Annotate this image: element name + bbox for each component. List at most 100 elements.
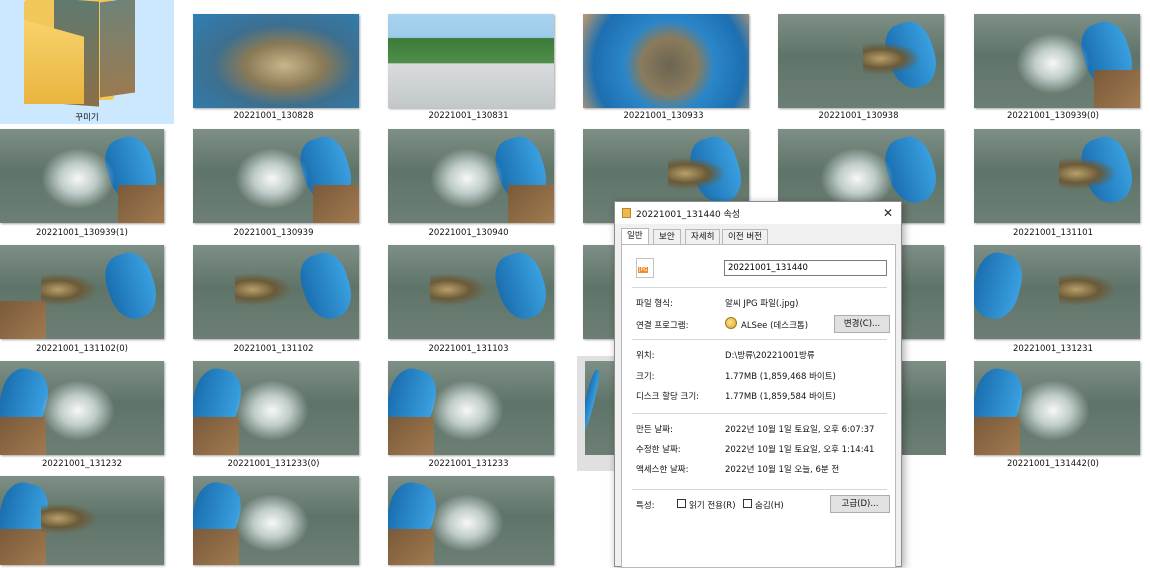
file-name: 20221001_130940: [428, 228, 509, 238]
folder-icon: [24, 0, 136, 107]
tab-details[interactable]: 자세히: [685, 229, 721, 244]
size-label: 크기:: [636, 372, 655, 382]
file-tile[interactable]: [0, 472, 176, 565]
thumbnail-image: [974, 245, 1140, 339]
location-value: D:\방류\20221001방류: [725, 351, 815, 361]
folder-label: 꾸미기: [75, 113, 99, 123]
thumbnail-image: [193, 129, 359, 223]
dialog-titlebar[interactable]: 20221001_131440 속성 ✕: [615, 202, 901, 224]
thumbnail-image: [974, 14, 1140, 108]
file-tile[interactable]: 20221001_131102: [176, 240, 371, 356]
readonly-label: 읽기 전용(R): [689, 501, 736, 511]
file-name: 20221001_130939: [233, 228, 314, 238]
file-tile[interactable]: [176, 472, 371, 565]
thumbnail-image: [388, 476, 554, 565]
jpg-icon-label: JPG: [638, 267, 649, 273]
thumbnail-image: [388, 14, 554, 108]
file-name: 20221001_131101: [1013, 228, 1093, 238]
thumbnail-image: [0, 361, 164, 455]
hidden-checkbox[interactable]: [743, 499, 752, 508]
opens-with-value: ALSee (데스크톱): [741, 321, 809, 331]
file-name: 20221001_130939(1): [35, 228, 128, 238]
attributes-label: 특성:: [636, 501, 655, 511]
file-tile[interactable]: 20221001_130939(0): [956, 0, 1150, 124]
file-tile[interactable]: 20221001_131232: [0, 356, 176, 472]
file-tile[interactable]: 20221001_131103: [371, 240, 566, 356]
thumbnail-image: [0, 476, 164, 565]
image-file-icon: [622, 208, 631, 218]
jpg-file-icon: JPG: [636, 258, 654, 278]
file-tile[interactable]: 20221001_131233: [371, 356, 566, 472]
modified-value: 2022년 10월 1일 토요일, 오후 1:14:41: [725, 445, 875, 455]
opens-with-label: 연결 프로그램:: [636, 321, 689, 331]
thumbnail-image: [778, 14, 944, 108]
divider: [632, 413, 887, 414]
file-type-label: 파일 형식:: [636, 299, 673, 309]
filename-input[interactable]: [724, 260, 887, 276]
file-tile[interactable]: 20221001_131442(0): [956, 356, 1150, 472]
created-value: 2022년 10월 1일 토요일, 오후 6:07:37: [725, 425, 875, 435]
tab-general[interactable]: 일반: [621, 228, 649, 245]
file-name: 20221001_131102: [233, 344, 314, 354]
change-button[interactable]: 변경(C)...: [834, 315, 890, 333]
file-name: 20221001_130831: [428, 111, 509, 121]
properties-dialog: 20221001_131440 속성 ✕ 일반 보안 자세히 이전 버전 JPG…: [614, 201, 902, 568]
general-panel: JPG 파일 형식: 알씨 JPG 파일(.jpg) 연결 프로그램: ALSe…: [621, 244, 896, 568]
file-tile[interactable]: 20221001_130939(1): [0, 124, 176, 240]
location-label: 위치:: [636, 351, 655, 361]
created-label: 만든 날짜:: [636, 425, 673, 435]
thumbnail-image: [388, 245, 554, 339]
file-name: 20221001_131231: [1013, 344, 1093, 354]
file-name: 20221001_130938: [818, 111, 899, 121]
readonly-checkbox[interactable]: [677, 499, 686, 508]
file-tile[interactable]: 20221001_131101: [956, 124, 1150, 240]
file-tile[interactable]: 20221001_131102(0): [0, 240, 176, 356]
file-tile[interactable]: 20221001_130939: [176, 124, 371, 240]
thumbnail-image: [583, 14, 749, 108]
thumbnail-image: [585, 361, 617, 455]
thumbnail-image: [388, 361, 554, 455]
file-tile[interactable]: 20221001_130938: [761, 0, 956, 124]
file-tile[interactable]: 20221001_131233(0): [176, 356, 371, 472]
file-name: 20221001_131233: [428, 459, 509, 469]
thumbnail-image: [193, 476, 359, 565]
thumbnail-image: [388, 129, 554, 223]
file-tile[interactable]: 20221001_130828: [176, 0, 371, 124]
file-explorer-thumbnail-view: 꾸미기 20221001_130828 20221001_130831 2022…: [0, 0, 1150, 565]
file-tile[interactable]: 20221001_130940: [371, 124, 566, 240]
accessed-label: 액세스한 날짜:: [636, 465, 689, 475]
thumbnail-image: [898, 361, 946, 455]
divider: [632, 339, 887, 340]
folder-tile[interactable]: 꾸미기: [0, 0, 174, 124]
thumbnail-image: [974, 361, 1140, 455]
file-name: 20221001_131103: [428, 344, 509, 354]
file-tile[interactable]: 20221001_130831: [371, 0, 566, 124]
file-name: 20221001_131233(0): [227, 459, 320, 469]
tab-security[interactable]: 보안: [653, 229, 681, 244]
file-type-value: 알씨 JPG 파일(.jpg): [725, 299, 799, 309]
file-name: 20221001_130933: [623, 111, 704, 121]
file-name: 20221001_131232: [42, 459, 122, 469]
file-tile[interactable]: [898, 356, 946, 472]
thumbnail-image: [974, 129, 1140, 223]
thumbnail-image: [0, 245, 164, 339]
dialog-title: 20221001_131440 속성: [636, 210, 741, 220]
modified-label: 수정한 날짜:: [636, 445, 681, 455]
hidden-label: 숨김(H): [755, 501, 784, 511]
alsee-app-icon: [725, 317, 737, 329]
divider: [632, 287, 887, 288]
file-tile[interactable]: 20221001_131231: [956, 240, 1150, 356]
close-button[interactable]: ✕: [875, 202, 901, 224]
advanced-button[interactable]: 고급(D)...: [830, 495, 890, 513]
file-name: 20221001_130939(0): [1006, 111, 1099, 121]
file-tile[interactable]: 20221001_130933: [566, 0, 761, 124]
file-tile[interactable]: [371, 472, 566, 565]
thumbnail-image: [0, 129, 164, 223]
file-name: 20221001_130828: [233, 111, 314, 121]
thumbnail-image: [193, 361, 359, 455]
file-name: 20221001_131442(0): [1006, 459, 1099, 469]
file-tile-hovered[interactable]: [577, 356, 617, 471]
disk-size-label: 디스크 할당 크기:: [636, 392, 700, 402]
tab-previous-versions[interactable]: 이전 버전: [722, 229, 768, 244]
divider: [632, 489, 887, 490]
